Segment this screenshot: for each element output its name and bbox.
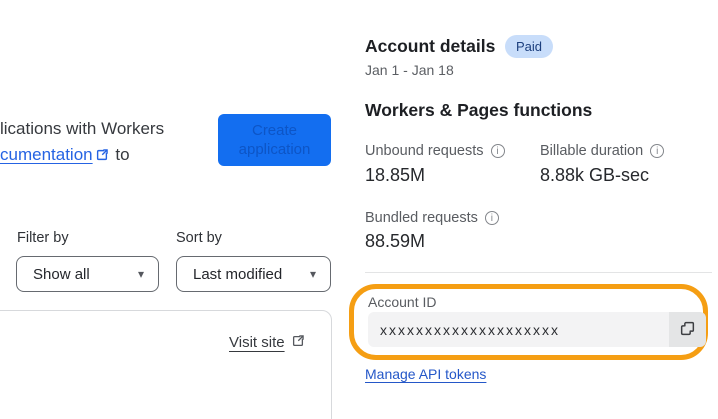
- workers-pages-dashboard: lications with Workers cumentation to Cr…: [0, 0, 718, 419]
- plan-badge: Paid: [505, 35, 554, 58]
- account-id-field-group: [368, 312, 706, 347]
- account-id-input[interactable]: [368, 312, 669, 347]
- manage-api-tokens-link[interactable]: Manage API tokens: [365, 366, 486, 382]
- date-range: Jan 1 - Jan 18: [365, 62, 454, 78]
- stat-label-bundled-requests: Bundled requests i: [365, 210, 499, 226]
- stat-value-bundled-requests: 88.59M: [365, 231, 426, 251]
- external-link-icon: [95, 147, 109, 166]
- stat-label-text: Unbound requests: [365, 143, 484, 159]
- info-icon[interactable]: i: [484, 211, 499, 225]
- visit-site-link[interactable]: Visit site: [229, 333, 305, 351]
- info-icon[interactable]: i: [490, 144, 505, 158]
- filter-dropdown-value: Show all: [33, 265, 90, 283]
- filter-by-label: Filter by: [17, 230, 69, 246]
- filter-dropdown[interactable]: Show all ▾: [16, 256, 159, 292]
- functions-section-title: Workers & Pages functions: [365, 100, 593, 120]
- account-id-label: Account ID: [368, 294, 437, 310]
- chevron-down-icon: ▾: [137, 267, 144, 281]
- account-details-title: Account details: [365, 36, 496, 56]
- intro-suffix: to: [115, 145, 130, 164]
- documentation-link[interactable]: cumentation: [0, 145, 93, 164]
- chevron-down-icon: ▾: [309, 267, 316, 281]
- stat-label-text: Bundled requests: [365, 210, 478, 226]
- create-application-button[interactable]: Create application: [218, 114, 331, 166]
- external-link-icon: [291, 334, 305, 352]
- stat-value-billable-duration: 8.88k GB-sec: [540, 165, 650, 185]
- stat-label-unbound-requests: Unbound requests i: [365, 143, 505, 159]
- sort-dropdown[interactable]: Last modified ▾: [176, 256, 331, 292]
- intro-line1: lications with Workers: [0, 119, 165, 138]
- stat-value-unbound-requests: 18.85M: [365, 165, 426, 185]
- visit-site-label: Visit site: [229, 333, 285, 351]
- sort-by-label: Sort by: [176, 230, 222, 246]
- stat-label-text: Billable duration: [540, 143, 644, 159]
- info-icon[interactable]: i: [650, 144, 665, 158]
- section-divider: [365, 272, 712, 273]
- copy-icon: [679, 320, 696, 340]
- sort-dropdown-value: Last modified: [193, 265, 283, 283]
- copy-button[interactable]: [669, 312, 706, 347]
- intro-text: lications with Workers cumentation to: [0, 116, 164, 168]
- project-card: [0, 310, 332, 419]
- stat-label-billable-duration: Billable duration i: [540, 143, 665, 159]
